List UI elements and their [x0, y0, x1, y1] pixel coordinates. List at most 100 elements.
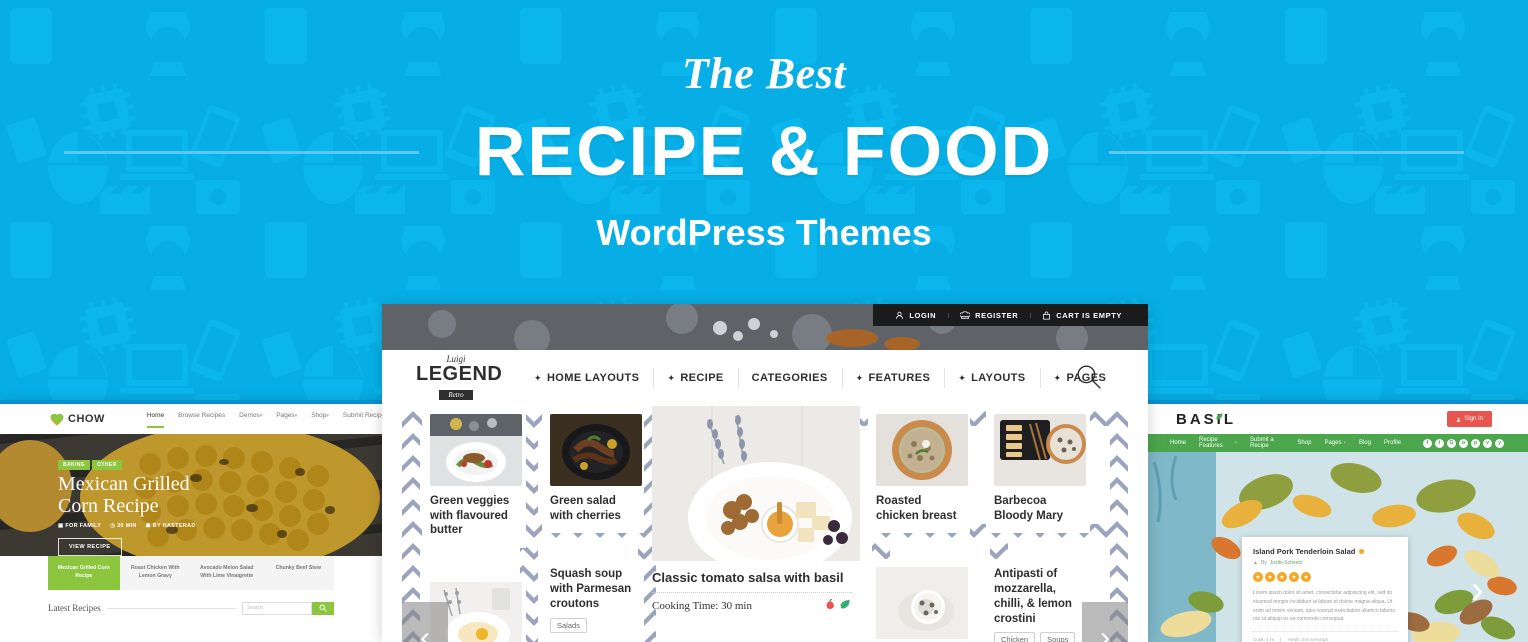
- basil-nav-item-blog[interactable]: Blog: [1359, 440, 1371, 446]
- user-icon: [1457, 417, 1461, 422]
- basil-theme-screenshot[interactable]: BASIL Sign In Home Recipe Features ▾ Subm…: [1146, 400, 1528, 642]
- chow-slide-tab-2[interactable]: Roast Chicken With Lemon Gravy: [119, 556, 191, 590]
- chow-slide-tab-3[interactable]: Avocado Melon Salad With Lime Vinaigrett…: [191, 556, 263, 590]
- legend-recipe-card[interactable]: Barbecoa Bloody Mary: [986, 406, 1090, 534]
- search-icon: [319, 604, 327, 612]
- chow-nav-item-shop[interactable]: Shop▾: [311, 412, 329, 426]
- chow-hero-tags: BAKING OTHER: [58, 460, 196, 470]
- basil-card-title: Island Pork Tenderloin Salad: [1253, 547, 1356, 556]
- basil-social-links[interactable]: f t G o p v y: [1423, 438, 1504, 448]
- chow-nav-item-pages[interactable]: Pages▾: [276, 412, 297, 426]
- instagram-icon[interactable]: o: [1459, 438, 1468, 448]
- chevron-down-icon: ▾: [259, 413, 263, 419]
- chow-nav[interactable]: Home Browse Recipes Demos▾ Pages▾ Shop▾ …: [146, 412, 382, 428]
- legend-utility-bar[interactable]: LOGIN REGISTER CART IS EMPTY: [873, 304, 1148, 326]
- chow-slide-tab-4[interactable]: Chunky Beef Stew: [262, 556, 334, 590]
- basil-next-arrow[interactable]: ›: [1471, 570, 1484, 610]
- youtube-icon[interactable]: y: [1495, 438, 1504, 448]
- legend-column-5: Barbecoa Bloody Mary Antipasti of mozzar…: [970, 406, 1090, 642]
- plus-icon: ✦: [534, 372, 542, 383]
- chow-logo-text: CHOW: [68, 413, 105, 425]
- basil-rating-stars[interactable]: ★ ★ ★ ★ ★: [1253, 572, 1397, 582]
- legend-nav-label: RECIPE: [680, 372, 724, 384]
- legend-nav[interactable]: ✦ HOME LAYOUTS ✦ RECIPE CATEGORIES ✦ FEATUR…: [520, 365, 1120, 391]
- star-icon[interactable]: ★: [1265, 572, 1275, 582]
- status-dot: [1359, 549, 1365, 554]
- legend-search-button[interactable]: [1076, 364, 1102, 395]
- basil-signin-button[interactable]: Sign In: [1447, 411, 1492, 427]
- basil-nav-item-recipe-features[interactable]: Recipe Features ▾: [1199, 437, 1237, 449]
- legend-recipe-card[interactable]: Green salad with cherries: [542, 406, 644, 534]
- legend-recipe-card[interactable]: Barbecoa Bloody Mary: [868, 559, 970, 642]
- vimeo-icon[interactable]: v: [1483, 438, 1492, 448]
- basil-nav-item-shop[interactable]: Shop: [1297, 440, 1311, 446]
- legend-next-arrow[interactable]: ›: [1082, 602, 1128, 642]
- basil-nav-item-home[interactable]: Home: [1170, 440, 1186, 446]
- legend-prev-arrow[interactable]: ‹: [402, 602, 448, 642]
- legend-card-tags: Chicken Soups: [994, 632, 1082, 642]
- basil-logo-text: BASIL: [1176, 410, 1236, 428]
- legend-nav-item-home-layouts[interactable]: ✦ HOME LAYOUTS: [520, 365, 653, 391]
- chow-nav-item-demos[interactable]: Demos▾: [239, 412, 262, 426]
- legend-tag[interactable]: Chicken: [994, 632, 1036, 642]
- chow-hero-slide: BAKING OTHER Mexican Grilled Corn Recipe…: [0, 434, 382, 556]
- chow-view-recipe-button[interactable]: VIEW RECIPE: [58, 538, 122, 556]
- chevron-down-icon: ▾: [326, 413, 329, 419]
- basil-nav-item-submit-a-recipe[interactable]: Submit a Recipe: [1250, 437, 1284, 449]
- legend-recipe-card[interactable]: Green veggies with flavoured butter: [422, 406, 526, 549]
- legend-cart-label: CART IS EMPTY: [1056, 310, 1122, 320]
- chow-search-button[interactable]: [312, 601, 334, 615]
- star-icon[interactable]: ★: [1301, 572, 1311, 582]
- legend-recipe-card[interactable]: Roasted chicken breast: [868, 406, 970, 534]
- chow-nav-label: Browse Recipes: [178, 412, 226, 419]
- legend-register-button[interactable]: REGISTER: [948, 311, 1030, 320]
- chow-nav-item-browse-recipes[interactable]: Browse Recipes: [178, 412, 225, 426]
- legend-recipe-card[interactable]: Antipasti of mozzarella, chilli, & lemon…: [986, 559, 1090, 642]
- chow-tag[interactable]: BAKING: [58, 460, 91, 470]
- banner-headline-row: RECIPE & FOOD: [0, 112, 1528, 190]
- basil-card-author[interactable]: Justin Scheetz: [1270, 560, 1303, 566]
- legend-tag[interactable]: Salads: [550, 617, 587, 633]
- legend-login-button[interactable]: LOGIN: [883, 311, 948, 320]
- legend-nav-item-features[interactable]: ✦ FEATURES: [841, 365, 945, 391]
- chow-slider-tabs[interactable]: Mexican Grilled Corn Recipe Roast Chicke…: [48, 556, 334, 590]
- twitter-icon[interactable]: t: [1435, 438, 1444, 448]
- basil-logo[interactable]: BASIL: [1176, 411, 1236, 428]
- basil-nav-item-profile[interactable]: Profile: [1384, 440, 1401, 446]
- legend-recipe-card[interactable]: Squash soup with Parmesan croutons Salad…: [542, 559, 644, 642]
- legend-card-thumb: [430, 414, 522, 486]
- chow-tag[interactable]: OTHER: [92, 460, 122, 470]
- banner-rule-left: [64, 151, 419, 154]
- legend-nav-item-categories[interactable]: CATEGORIES: [737, 365, 842, 391]
- promo-banner: The Best RECIPE & FOOD WordPress Themes: [0, 0, 1528, 310]
- legend-nav-item-layouts[interactable]: ✦ LAYOUTS: [944, 365, 1039, 391]
- basil-nav[interactable]: Home Recipe Features ▾ Submit a Recipe Sh…: [1146, 434, 1528, 452]
- legend-cart-button[interactable]: CART IS EMPTY: [1030, 311, 1134, 320]
- legend-tag[interactable]: Soups: [1040, 632, 1076, 642]
- legend-card-thumb: [994, 414, 1086, 486]
- chow-search[interactable]: Search: [242, 601, 334, 615]
- facebook-icon[interactable]: f: [1423, 438, 1432, 448]
- star-icon[interactable]: ★: [1253, 572, 1263, 582]
- star-icon[interactable]: ★: [1289, 572, 1299, 582]
- chow-slide-tab-1[interactable]: Mexican Grilled Corn Recipe: [48, 556, 120, 590]
- basil-nav-item-pages[interactable]: Pages ▾: [1324, 440, 1346, 446]
- basil-recipe-card[interactable]: Island Pork Tenderloin Salad ▲ By Justin…: [1242, 537, 1408, 642]
- chow-nav-item-submit-recipe[interactable]: Submit Recipe: [343, 412, 382, 426]
- chow-hero-title: Mexican Grilled Corn Recipe: [58, 473, 196, 517]
- legend-theme-screenshot[interactable]: LOGIN REGISTER CART IS EMPTY Luigi LEGEN…: [382, 304, 1148, 642]
- chow-theme-screenshot[interactable]: CHOW Home Browse Recipes Demos▾ Pages▾ S…: [0, 400, 382, 642]
- chow-logo[interactable]: CHOW: [50, 413, 105, 426]
- legend-nav-item-recipe[interactable]: ✦ RECIPE: [653, 365, 737, 391]
- pinterest-icon[interactable]: p: [1471, 438, 1480, 448]
- legend-navbar: Luigi LEGEND Retro ✦ HOME LAYOUTS ✦ RECIPE…: [402, 350, 1128, 406]
- chow-nav-item-home[interactable]: Home: [146, 412, 165, 428]
- banner-eyebrow: The Best: [681, 49, 847, 98]
- star-icon[interactable]: ★: [1277, 572, 1287, 582]
- legend-featured-card[interactable]: Classic tomato salsa with basil Cooking …: [644, 406, 860, 642]
- plus-icon: ✦: [1053, 372, 1062, 383]
- chow-search-input[interactable]: Search: [242, 601, 312, 615]
- legend-recipe-grid-section: Green veggies with flavoured butter Gree…: [402, 406, 1128, 642]
- google-plus-icon[interactable]: G: [1447, 438, 1456, 448]
- legend-logo[interactable]: Luigi LEGEND Retro: [416, 354, 502, 402]
